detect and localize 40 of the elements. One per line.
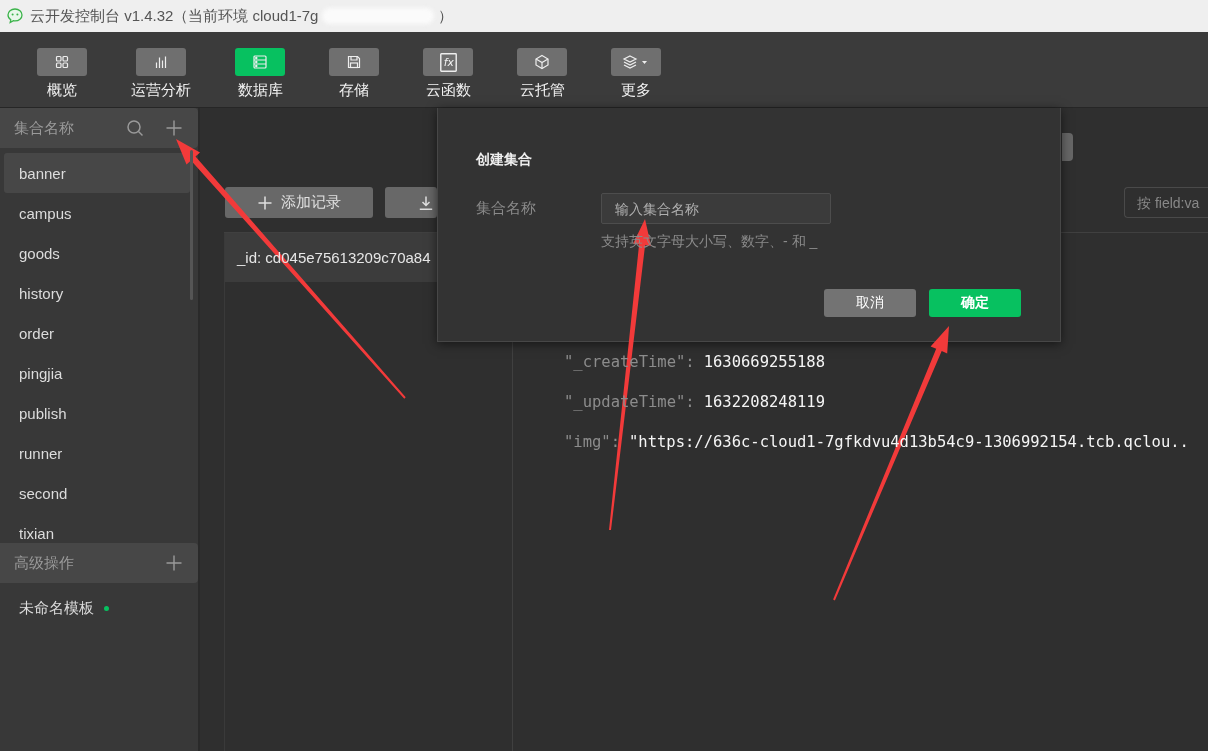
json-value: 1632208248119 (703, 393, 825, 411)
collection-item[interactable]: pingjia (4, 353, 190, 393)
toolbar-tab[interactable]: 存储 (307, 32, 401, 107)
collection-item[interactable]: banner (4, 153, 190, 193)
chat-bubble-icon (6, 7, 24, 25)
template-item[interactable]: 未命名模板 (19, 598, 94, 618)
collection-item[interactable]: history (4, 273, 190, 313)
collection-item[interactable]: goods (4, 233, 190, 273)
plus-icon[interactable] (166, 555, 182, 571)
search-icon[interactable] (126, 119, 144, 137)
collection-item[interactable]: order (4, 313, 190, 353)
toolbar-tab[interactable]: 概览 (15, 32, 109, 107)
download-button[interactable] (385, 187, 437, 218)
toolbar-tab[interactable]: 更多 (589, 32, 683, 107)
collection-item[interactable]: publish (4, 393, 190, 433)
collection-name-input[interactable]: 输入集合名称 (601, 193, 831, 224)
collection-item[interactable]: campus (4, 193, 190, 233)
window-title: 云开发控制台 v1.4.32（当前环境 cloud1-7g (30, 6, 319, 26)
plus-icon (257, 195, 272, 210)
field-label: 集合名称 (476, 199, 537, 218)
function-icon: fx (423, 48, 473, 76)
button-edge[interactable] (1062, 133, 1073, 161)
toolbar-tab[interactable]: fx 云函数 (401, 32, 495, 107)
window-title-end: ） (438, 6, 454, 26)
section-title: 集合名称 (14, 118, 74, 138)
collection-item[interactable]: tixian (4, 513, 190, 543)
json-value: 1630669255188 (703, 353, 825, 371)
toolbar-tab[interactable]: 运营分析 (109, 32, 213, 107)
plus-icon[interactable] (166, 120, 182, 136)
dialog-title: 创建集合 (476, 150, 533, 168)
add-record-button[interactable]: 添加记录 (225, 187, 373, 218)
section-title: 高级操作 (14, 553, 74, 573)
toolbar-tab[interactable]: 云托管 (495, 32, 589, 107)
cancel-button[interactable]: 取消 (824, 289, 916, 317)
download-icon (419, 195, 433, 210)
collection-item[interactable]: runner (4, 433, 190, 473)
toolbar-tab[interactable]: 数据库 (213, 32, 307, 107)
search-field[interactable]: 按 field:va (1124, 187, 1208, 218)
collection-item[interactable]: second (4, 473, 190, 513)
json-key: "img": (564, 433, 620, 451)
